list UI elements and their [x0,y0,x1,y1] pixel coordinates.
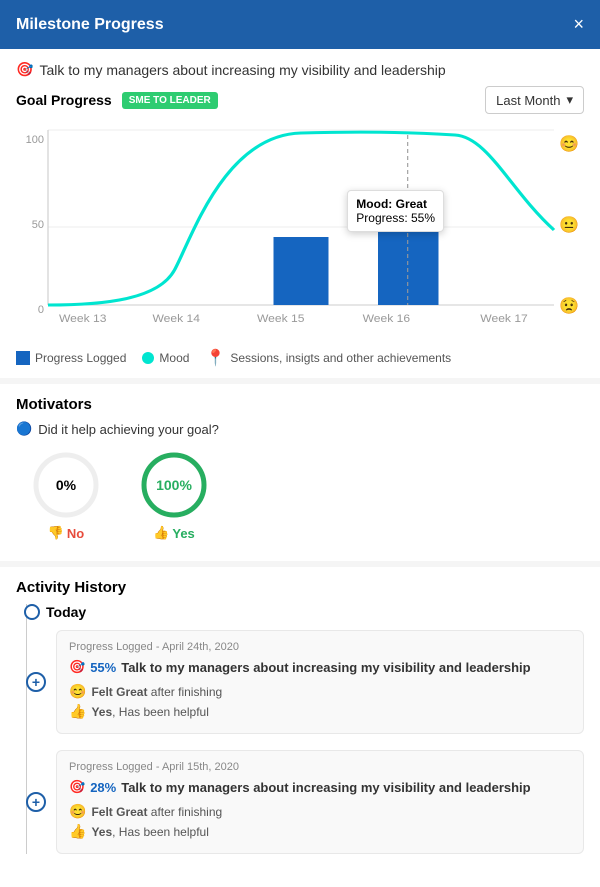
y-label-0: 0 [38,304,44,316]
add-button-2[interactable]: + [26,792,46,812]
x-label-week15: Week 15 [257,313,304,324]
goal-icon: 🎯 [16,61,33,78]
entry-1-detail-2: 👍 Yes, Has been helpful [69,703,571,720]
pin-icon: 📍 [205,348,225,368]
modal-container: Milestone Progress × 🎯 Talk to my manage… [0,0,600,887]
legend-mood-label: Mood [159,351,189,365]
mood-face-happy: 😊 [559,134,579,154]
legend-sessions: 📍 Sessions, insigts and other achievemen… [205,348,451,368]
yes-label: Yes [172,526,194,541]
chart-container: 100 50 0 [0,122,600,342]
motivators-title: Motivators [16,396,584,413]
entry-1-detail-1: 😊 Felt Great after finishing [69,683,571,700]
motivator-no: 0% 👎 No [32,451,100,541]
entry-1-pct: 55% [90,660,116,675]
entry-1-meta: Progress Logged - April 24th, 2020 [69,641,571,653]
entry-2-detail-2: 👍 Yes, Has been helpful [69,823,571,840]
tooltip-progress: Progress: 55% [356,211,435,225]
mood-face-sad: 😟 [559,296,579,316]
tooltip-mood: Mood: Great [356,197,435,211]
goal-text-row: 🎯 Talk to my managers about increasing m… [0,49,600,86]
entry-1-icon: 🎯 [69,659,85,675]
timeline-entry-1: + Progress Logged - April 24th, 2020 🎯 5… [56,630,584,734]
entry-1-detail-2-text: Yes, Has been helpful [91,705,208,719]
timeline-today: Today [46,604,584,620]
date-filter-dropdown[interactable]: Last Month ▾ [485,86,584,114]
yes-circle: 100% [140,451,208,519]
entry-2-pct: 28% [90,780,116,795]
entry-2-text: Talk to my managers about increasing my … [121,780,530,795]
x-label-week13: Week 13 [59,313,106,324]
motivator-icon: 🔵 [16,421,32,437]
motivator-yes: 100% 👍 Yes [140,451,208,541]
sme-badge: SME TO LEADER [122,92,218,109]
thumbs-up-icon-2: 👍 [69,823,86,840]
timeline-entry-2: + Progress Logged - April 15th, 2020 🎯 2… [56,750,584,854]
chart-tooltip: Mood: Great Progress: 55% [347,190,444,232]
entry-2-detail-1-text: Felt Great after finishing [91,805,222,819]
mood-face-neutral: 😐 [559,215,579,235]
activity-title: Activity History [16,579,584,596]
chevron-down-icon: ▾ [566,92,573,108]
legend-progress-label: Progress Logged [35,351,126,365]
y-label-50: 50 [32,219,44,231]
timeline: Today + Progress Logged - April 24th, 20… [16,604,584,854]
modal-title: Milestone Progress [16,16,164,34]
entry-2-meta: Progress Logged - April 15th, 2020 [69,761,571,773]
yes-label-row: 👍 Yes [153,525,195,541]
close-button[interactable]: × [573,14,584,35]
motivator-question-text: Did it help achieving your goal? [38,422,219,437]
smiley-icon-2: 😊 [69,803,86,820]
y-label-100: 100 [26,134,44,146]
activity-section: Activity History Today + Progress Logged… [0,567,600,882]
yes-pct-label: 100% [156,477,192,493]
entry-1-title: 🎯 55% Talk to my managers about increasi… [69,659,571,675]
bar-week15 [274,237,329,305]
motivators-options-row: 0% 👎 No 100% 👍 Yes [16,451,584,541]
legend-sessions-label: Sessions, insigts and other achievements [230,351,451,365]
date-filter-label: Last Month [496,93,560,108]
x-label-week16: Week 16 [363,313,410,324]
motivators-section: Motivators 🔵 Did it help achieving your … [0,384,600,561]
entry-2-title: 🎯 28% Talk to my managers about increasi… [69,779,571,795]
legend-square-icon [16,351,30,365]
thumbs-up-icon: 👍 [153,525,169,541]
add-button-1[interactable]: + [26,672,46,692]
entry-2-detail-2-text: Yes, Has been helpful [91,825,208,839]
entry-1-detail-1-text: Felt Great after finishing [91,685,222,699]
legend-dot-icon [142,352,154,364]
smiley-icon-1: 😊 [69,683,86,700]
thumbs-up-icon-1: 👍 [69,703,86,720]
goal-progress-label: Goal Progress [16,92,112,108]
chart-svg: Week 13 Week 14 Week 15 Week 16 Week 17 [48,130,554,325]
entry-1-text: Talk to my managers about increasing my … [121,660,530,675]
no-pct-label: 0% [56,477,76,493]
modal-header: Milestone Progress × [0,0,600,49]
entry-2-detail-1: 😊 Felt Great after finishing [69,803,571,820]
no-circle: 0% [32,451,100,519]
legend-mood: Mood [142,351,189,365]
x-label-week17: Week 17 [480,313,527,324]
no-label-row: 👎 No [48,525,85,541]
goal-description: Talk to my managers about increasing my … [39,62,445,78]
entry-2-icon: 🎯 [69,779,85,795]
motivator-question-row: 🔵 Did it help achieving your goal? [16,421,584,437]
x-label-week14: Week 14 [153,313,201,324]
no-label: No [67,526,84,541]
thumbs-down-icon: 👎 [48,525,64,541]
legend-progress: Progress Logged [16,351,126,365]
goal-progress-row: Goal Progress SME TO LEADER Last Month ▾ [0,86,600,122]
today-label: Today [46,604,86,620]
chart-legend: Progress Logged Mood 📍 Sessions, insigts… [0,342,600,378]
